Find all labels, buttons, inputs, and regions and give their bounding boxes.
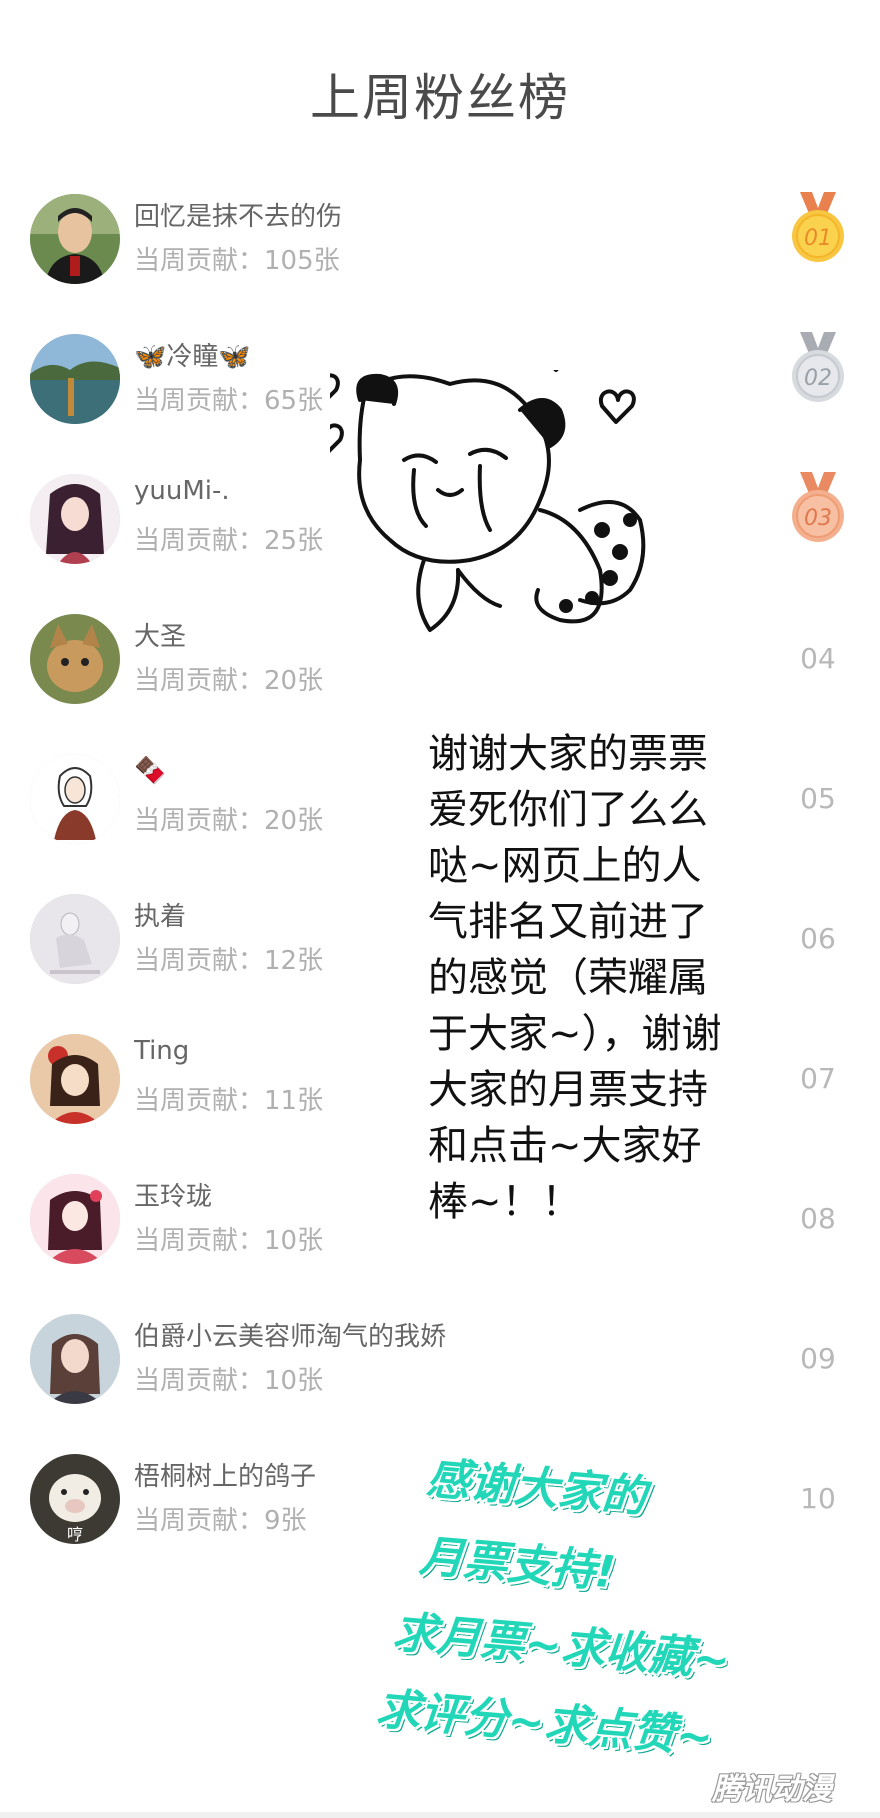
silver-medal-icon: 02	[788, 330, 848, 406]
watermark-logo: 腾讯动漫	[712, 1772, 832, 1807]
heart-icon	[330, 423, 344, 453]
medal-rank: 02	[804, 366, 832, 391]
username: 执着	[134, 902, 187, 932]
avatar-caption: 哼	[67, 1525, 83, 1544]
contribution: 当周贡献：12张	[134, 946, 324, 976]
thanks-message: 谢谢大家的票票爱死你们了么么哒~网页上的人气排名又前进了的感觉（荣耀属于大家~）…	[428, 731, 722, 1225]
anime-girl-icon[interactable]	[30, 1034, 120, 1124]
sketch-girl-icon[interactable]	[30, 754, 120, 844]
username: 🦋冷瞳🦋	[134, 342, 251, 372]
crying-leopard-doodle	[330, 370, 730, 700]
list-item[interactable]: 回忆是抹不去的伤 当周贡献：105张 01	[0, 192, 880, 356]
promo-banner: 感谢大家的 月票支持! 求月票~求收藏~ 求评分~求点赞~	[374, 1440, 828, 1794]
contribution: 当周贡献：9张	[134, 1506, 307, 1536]
rank-number: 06	[800, 922, 836, 955]
medal-rank: 01	[804, 226, 832, 251]
username: 伯爵小云美容师淘气的我娇	[134, 1322, 447, 1352]
divider	[0, 1812, 880, 1818]
pig-photo-icon[interactable]: 哼	[30, 1454, 120, 1544]
heart-icon	[330, 373, 340, 399]
username: yuuMi-.	[134, 476, 230, 506]
user-photo-icon[interactable]	[30, 194, 120, 284]
rank-number: 04	[800, 642, 836, 675]
username: 回忆是抹不去的伤	[134, 202, 343, 232]
anime-girl-icon[interactable]	[30, 1174, 120, 1264]
medal-rank: 03	[804, 506, 832, 531]
figure-photo-icon[interactable]	[30, 894, 120, 984]
page-title: 上周粉丝榜	[310, 69, 570, 127]
contribution: 当周贡献：25张	[134, 526, 324, 556]
contribution: 当周贡献：10张	[134, 1366, 324, 1396]
rank-number: 09	[800, 1342, 836, 1375]
username: 大圣	[134, 622, 187, 652]
girl-photo-icon[interactable]	[30, 1314, 120, 1404]
gold-medal-icon: 01	[788, 190, 848, 266]
contribution: 当周贡献：105张	[134, 246, 340, 276]
cat-photo-icon[interactable]	[30, 614, 120, 704]
username: 梧桐树上的鸽子	[134, 1462, 317, 1492]
contribution: 当周贡献：10张	[134, 1226, 324, 1256]
heart-icon	[598, 389, 636, 424]
rank-number: 07	[800, 1062, 836, 1095]
contribution: 当周贡献：65张	[134, 386, 324, 416]
rank-number: 05	[800, 782, 836, 815]
contribution: 当周贡献：20张	[134, 806, 324, 836]
username: 🍫	[134, 756, 167, 786]
username: 玉玲珑	[134, 1182, 213, 1212]
contribution: 当周贡献：11张	[134, 1086, 324, 1116]
lake-photo-icon[interactable]	[30, 334, 120, 424]
username: Ting	[134, 1036, 190, 1066]
rank-number: 08	[800, 1202, 836, 1235]
anime-girl-icon[interactable]	[30, 474, 120, 564]
contribution: 当周贡献：20张	[134, 666, 324, 696]
bronze-medal-icon: 03	[788, 470, 848, 546]
